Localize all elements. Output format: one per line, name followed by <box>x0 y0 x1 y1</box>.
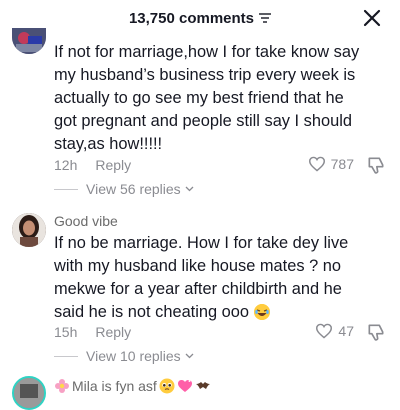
replies-divider <box>54 355 78 357</box>
comment-time: 12h <box>54 157 78 173</box>
close-icon[interactable] <box>362 8 382 28</box>
view-replies-button[interactable]: View 10 replies <box>54 348 194 364</box>
avatar-image-icon <box>14 378 44 408</box>
heart-icon <box>316 323 333 339</box>
reply-button[interactable]: Reply <box>95 324 131 340</box>
view-replies-button[interactable]: View 56 replies <box>54 181 194 197</box>
bat-emoji-icon <box>195 382 210 389</box>
view-replies-label: View 10 replies <box>86 348 181 364</box>
comment-time: 15h <box>54 324 78 340</box>
replies-divider <box>54 188 78 190</box>
sort-icon[interactable] <box>259 13 272 23</box>
laughing-emoji-icon <box>253 304 270 320</box>
avatar[interactable] <box>12 28 46 54</box>
dislike-icon[interactable] <box>366 155 386 175</box>
dislike-icon[interactable] <box>366 322 386 342</box>
chevron-down-icon <box>185 186 194 192</box>
comments-count: 13,750 comments <box>128 9 255 27</box>
flower-emoji-icon <box>55 379 69 393</box>
avatar-image-icon <box>12 28 46 54</box>
comment-meta: 15h Reply <box>54 324 131 340</box>
like-button[interactable]: 787 <box>308 156 354 172</box>
comment-text-body: If no be marriage. How I for take dey li… <box>54 234 349 321</box>
like-count: 47 <box>338 323 354 339</box>
reply-button[interactable]: Reply <box>95 157 131 173</box>
username-text: Mila is fyn asf <box>72 378 157 394</box>
avatar[interactable] <box>12 376 46 410</box>
like-count: 787 <box>330 156 354 172</box>
avatar[interactable] <box>12 213 46 247</box>
heart-icon <box>308 156 325 172</box>
comment-username[interactable]: Good vibe <box>54 213 118 229</box>
comments-header: 13,750 comments <box>0 0 400 36</box>
sparkling-heart-emoji-icon <box>177 380 192 392</box>
comment-meta: 12h Reply <box>54 157 131 173</box>
view-replies-label: View 56 replies <box>86 181 181 197</box>
like-button[interactable]: 47 <box>315 323 354 339</box>
pleading-face-emoji-icon <box>159 378 175 394</box>
comment-text: If not for marriage,how I for take know … <box>54 43 360 153</box>
chevron-down-icon <box>185 353 194 359</box>
comment-username[interactable]: Mila is fyn asf <box>54 378 211 394</box>
avatar-image-icon <box>12 213 46 247</box>
comment-text: If no be marriage. How I for take dey li… <box>54 232 364 324</box>
